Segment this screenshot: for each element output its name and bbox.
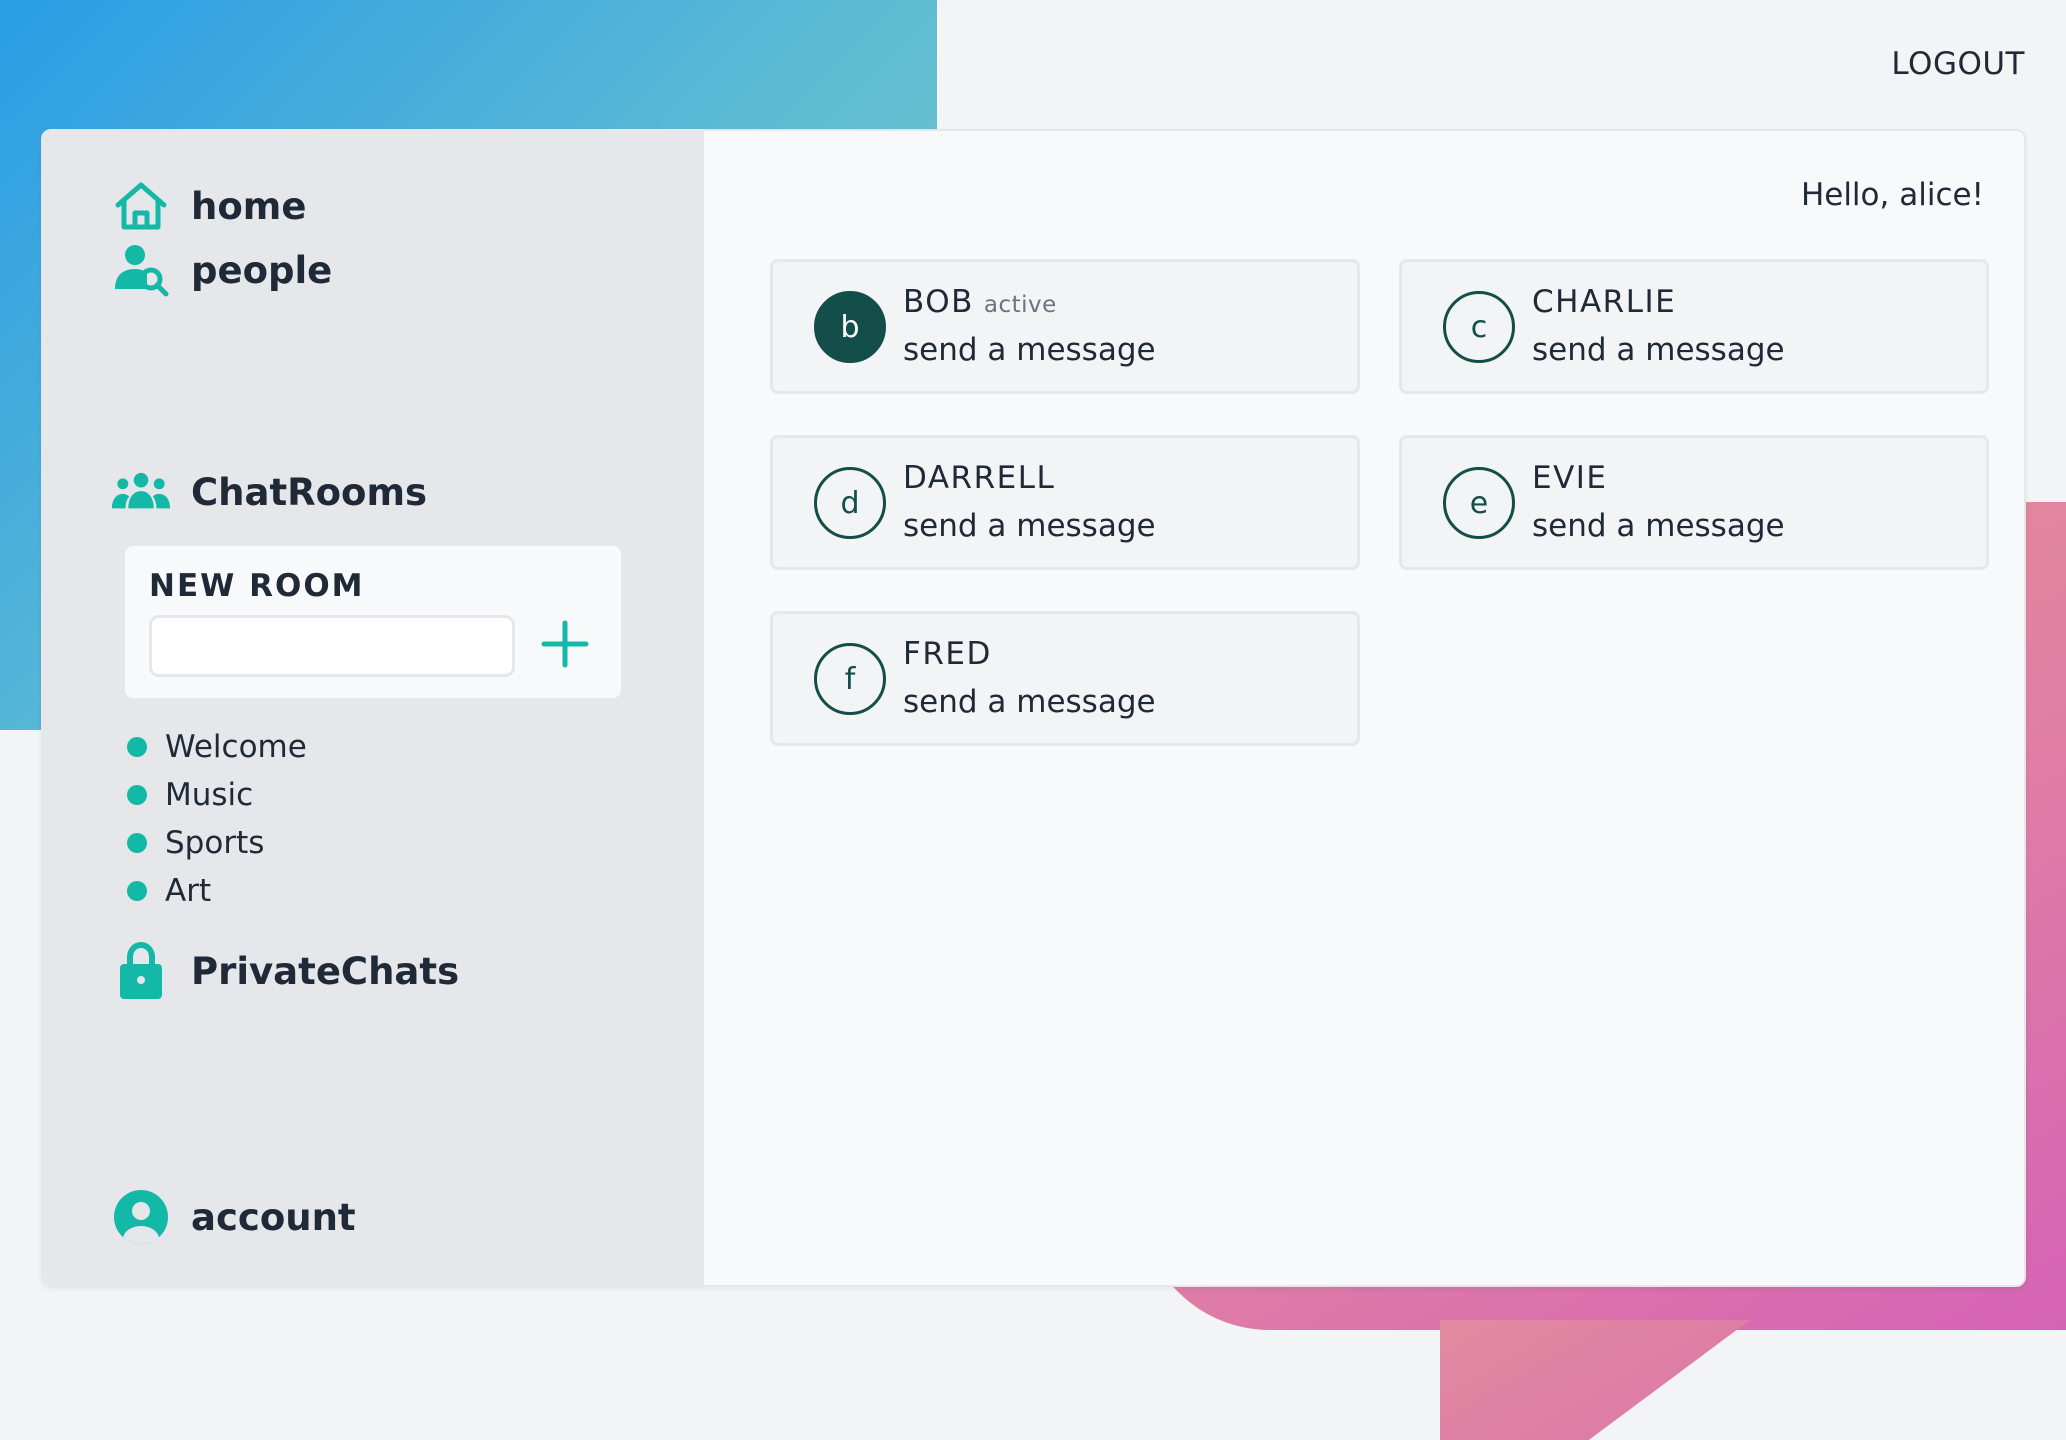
user-name: CHARLIE (1532, 284, 1677, 320)
room-item-art[interactable]: Art (127, 867, 307, 915)
lock-icon (111, 941, 171, 1001)
user-name-row: FRED (903, 636, 992, 672)
user-name-row: EVIE (1532, 460, 1608, 496)
chatrooms-label: ChatRooms (191, 470, 428, 514)
nav-home[interactable]: home (111, 176, 306, 236)
people-search-icon (111, 240, 171, 300)
nav-private-chats[interactable]: PrivateChats (111, 941, 459, 1001)
room-dot-icon (127, 785, 147, 805)
user-card-evie[interactable]: e EVIE send a message (1399, 435, 1989, 570)
avatar: c (1443, 291, 1515, 363)
avatar: b (814, 291, 886, 363)
room-dot-icon (127, 833, 147, 853)
send-message-link[interactable]: send a message (903, 684, 1156, 720)
send-message-link[interactable]: send a message (903, 508, 1156, 544)
room-dot-icon (127, 737, 147, 757)
new-room-input[interactable] (149, 615, 515, 677)
new-room-title: NEW ROOM (149, 568, 365, 604)
private-chats-label: PrivateChats (191, 949, 460, 993)
greeting: Hello, alice! (1800, 177, 1984, 213)
logout-button[interactable]: LOGOUT (1891, 46, 2025, 82)
status-badge: active (983, 292, 1057, 318)
user-card-fred[interactable]: f FRED send a message (770, 611, 1360, 746)
nav-account[interactable]: account (111, 1187, 356, 1247)
sidebar: home people ChatRooms NEW ROOM Welcome M… (43, 131, 704, 1285)
room-dot-icon (127, 881, 147, 901)
user-name: FRED (903, 636, 992, 672)
room-label: Welcome (165, 729, 307, 765)
user-name: DARRELL (903, 460, 1056, 496)
avatar: d (814, 467, 886, 539)
send-message-link[interactable]: send a message (903, 332, 1156, 368)
nav-chatrooms[interactable]: ChatRooms (111, 462, 427, 522)
group-icon (111, 462, 171, 522)
user-card-bob[interactable]: b BOB active send a message (770, 259, 1360, 394)
home-icon (111, 176, 171, 236)
plus-icon (541, 620, 589, 672)
user-name-row: BOB active (903, 284, 1057, 320)
background-pink-tail (1440, 1320, 1750, 1440)
new-room-panel: NEW ROOM (125, 546, 621, 698)
avatar: f (814, 643, 886, 715)
room-label: Music (165, 777, 254, 813)
user-name-row: CHARLIE (1532, 284, 1676, 320)
main-panel: Hello, alice! b BOB active send a messag… (704, 131, 2024, 1285)
app-card: home people ChatRooms NEW ROOM Welcome M… (41, 129, 2026, 1287)
room-item-music[interactable]: Music (127, 771, 307, 819)
account-label: account (191, 1195, 356, 1239)
user-name: EVIE (1532, 460, 1608, 496)
add-room-button[interactable] (533, 614, 597, 678)
user-card-charlie[interactable]: c CHARLIE send a message (1399, 259, 1989, 394)
room-label: Art (165, 873, 212, 909)
account-icon (111, 1187, 171, 1247)
user-name-row: DARRELL (903, 460, 1055, 496)
room-label: Sports (165, 825, 265, 861)
send-message-link[interactable]: send a message (1532, 332, 1785, 368)
room-item-welcome[interactable]: Welcome (127, 723, 307, 771)
user-name: BOB (903, 284, 974, 320)
send-message-link[interactable]: send a message (1532, 508, 1785, 544)
room-list: Welcome Music Sports Art (127, 723, 307, 915)
nav-people-label: people (191, 248, 333, 292)
user-card-darrell[interactable]: d DARRELL send a message (770, 435, 1360, 570)
nav-home-label: home (191, 184, 307, 228)
avatar: e (1443, 467, 1515, 539)
nav-people[interactable]: people (111, 240, 332, 300)
room-item-sports[interactable]: Sports (127, 819, 307, 867)
